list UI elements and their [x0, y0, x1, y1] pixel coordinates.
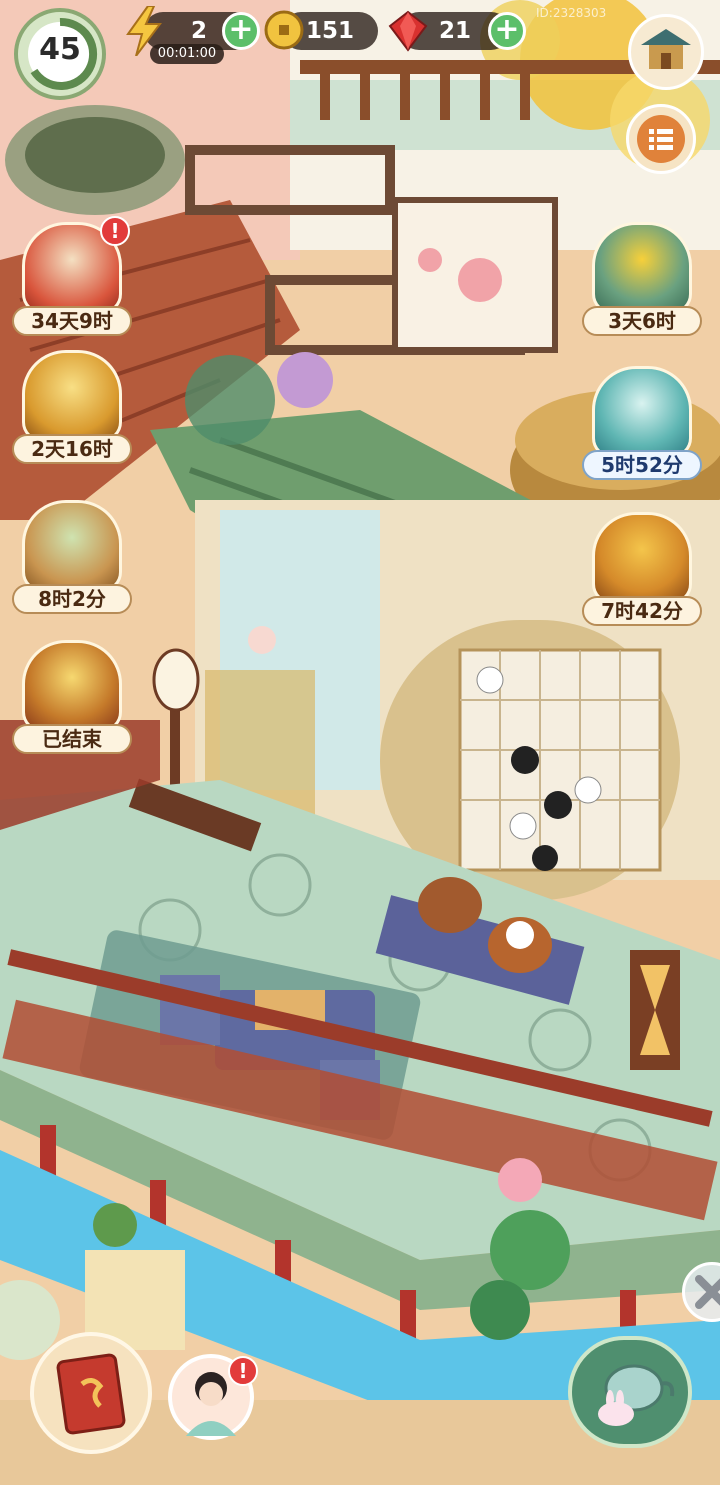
close-side-button[interactable] — [682, 1262, 720, 1322]
coin-value: 151 — [305, 18, 354, 44]
black-stone-bowl — [418, 877, 482, 933]
menu-button[interactable] — [626, 104, 696, 174]
wheat-harvest-icon — [22, 640, 122, 732]
gem-value: 21 — [438, 18, 471, 44]
treasure-chest-icon — [22, 350, 122, 442]
event-timer: 2天16时 — [12, 434, 132, 464]
event-timer: 8时2分 — [12, 584, 132, 614]
player-id-text: ID:2328303 — [536, 6, 607, 20]
event-timer: 3天6时 — [582, 306, 702, 336]
journal-book-icon — [56, 1353, 126, 1435]
deer-spirit-icon — [22, 500, 122, 592]
close-icon — [695, 1275, 720, 1309]
event-timer: 5时52分 — [582, 450, 702, 480]
character-alert: ! — [228, 1356, 258, 1386]
morning-glory-vine — [185, 355, 275, 445]
player-id: ID:2328303 — [536, 6, 646, 20]
energy-timer: 00:01:00 — [150, 44, 224, 64]
plus-one-scroll-icon — [592, 512, 692, 604]
list-menu-icon — [637, 115, 685, 163]
event-alert: ! — [100, 216, 130, 246]
paper-lantern — [152, 648, 200, 712]
journal-button[interactable] — [30, 1332, 152, 1454]
energy-value: 2 — [190, 18, 207, 44]
pavilion-icon — [641, 29, 691, 69]
event-timer: 7时42分 — [582, 596, 702, 626]
lotus-plant — [490, 1210, 570, 1290]
level-badge[interactable]: 45 — [14, 8, 106, 100]
event-timer: 34天9时 — [12, 306, 132, 336]
add-gems-button[interactable]: + — [488, 12, 526, 50]
red-gem-icon — [388, 10, 428, 52]
cat-gift-box-icon — [592, 366, 692, 458]
add-energy-button[interactable]: + — [222, 12, 260, 50]
event-timer: 已结束 — [12, 724, 132, 754]
level-number: 45 — [39, 32, 81, 67]
teapot-bunny-icon — [598, 1364, 675, 1426]
coin-icon — [264, 10, 304, 50]
chrysanthemum-icon — [592, 222, 692, 314]
pavilion-button[interactable] — [628, 14, 704, 90]
energy-timer-text: 00:01:00 — [157, 46, 217, 61]
teapot-button[interactable] — [568, 1336, 692, 1448]
